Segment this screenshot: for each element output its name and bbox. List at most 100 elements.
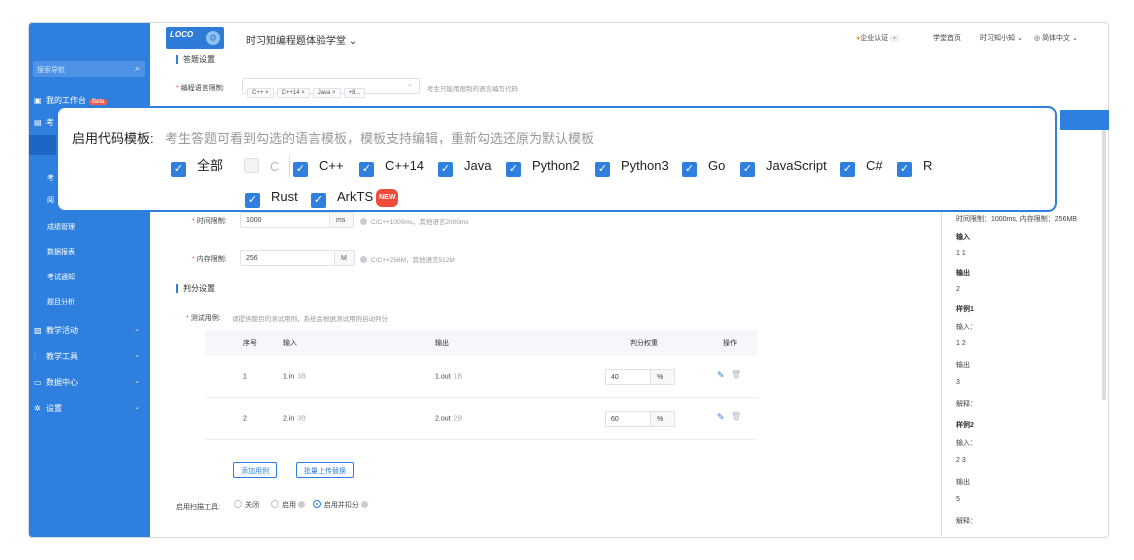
hint-text: C/C++1000ms，其他语言2000ms xyxy=(371,219,469,226)
preview-output-value: 2 xyxy=(956,286,960,293)
user-menu[interactable]: 时习知小知 ⌄ xyxy=(980,33,1023,43)
checkbox-csharp[interactable]: ✓ C# xyxy=(840,158,883,177)
scan-tool-radios: 关闭 启用 启用并扣分 xyxy=(234,500,372,510)
checkbox-python2[interactable]: ✓ Python2 xyxy=(506,158,580,177)
input-file: 2.in xyxy=(283,415,295,422)
radio-circle-checked xyxy=(312,500,321,508)
language-switch[interactable]: ◎ 简体中文 ⌄ xyxy=(1034,33,1078,43)
time-unit: ms xyxy=(330,212,354,228)
checkbox-rust[interactable]: ✓ Rust xyxy=(245,189,298,208)
scan-off-radio[interactable]: 关闭 xyxy=(234,500,259,509)
preview-example2-input: 2 3 xyxy=(956,457,966,464)
time-limit-input[interactable]: 1000 xyxy=(240,212,330,228)
output-file: 1.out xyxy=(435,373,451,380)
delete-icon[interactable]: 🗑 xyxy=(731,370,741,379)
check-icon: ✓ xyxy=(740,162,755,177)
weight-input[interactable]: 40 xyxy=(605,369,651,385)
preview-example2-output: 5 xyxy=(956,496,960,503)
output-size: 1B xyxy=(453,373,463,380)
cell-no: 1 xyxy=(243,373,247,380)
batch-upload-button[interactable]: 批量上传替换 xyxy=(296,462,354,478)
sub-label: 题目分析 xyxy=(47,299,75,306)
edit-icon[interactable]: ✎ xyxy=(717,412,725,423)
checkbox-cpp14[interactable]: ✓ C++14 xyxy=(359,158,424,177)
table-row: 1 1.in 3B 1.out 1B 40 % ✎ 🗑 xyxy=(205,356,757,398)
sidebar-sub-analysis[interactable]: 题目分析 xyxy=(29,291,150,311)
info-icon xyxy=(360,256,367,263)
lang-tag[interactable]: C++14 × xyxy=(276,88,310,98)
preview-example2-output-label: 输出 xyxy=(956,479,970,486)
code-template-panel: 启用代码模板: 考生答题可看到勾选的语言模板，模板支持编辑，重新勾选还原为默认模… xyxy=(56,106,1057,212)
sidebar-item-data[interactable]: ▭ 数据中心 ⌄ xyxy=(29,373,150,391)
preview-example1-explain: 解释： xyxy=(956,401,977,408)
sidebar-item-tools[interactable]: ⫶ 教学工具 ⌄ xyxy=(29,347,150,365)
lang-tag[interactable]: Java × xyxy=(312,88,341,98)
weight-unit: % xyxy=(651,411,675,427)
sidebar-item-teaching[interactable]: ▧ 教学活动 ⌄ xyxy=(29,321,150,339)
chevron-down-icon: ⌄ xyxy=(134,404,140,411)
cell-output[interactable]: 1.out 1B xyxy=(435,373,462,380)
section-answer-settings: 答题设置 xyxy=(176,55,215,64)
checkbox-python3[interactable]: ✓ Python3 xyxy=(595,158,669,177)
sub-label: 数据报表 xyxy=(47,249,75,256)
checkbox-label: 全部 xyxy=(197,158,224,173)
checkbox-empty-icon xyxy=(244,158,259,173)
checkbox-label: Go xyxy=(708,158,726,173)
checkbox-arkts[interactable]: ✓ ArkTS NEW xyxy=(311,189,399,208)
table-header: 序号 输入 输出 判分权重 操作 xyxy=(205,330,757,356)
app-logo[interactable]: LOCO ⚙ xyxy=(166,27,224,49)
scan-on-radio[interactable]: 启用 xyxy=(270,500,309,509)
sidebar-item-settings[interactable]: ✲ 设置 ⌄ xyxy=(29,399,150,417)
checkbox-go[interactable]: ✓ Go xyxy=(682,158,725,177)
tools-icon: ⫶ xyxy=(34,352,36,361)
checkbox-r[interactable]: ✓ R xyxy=(897,158,932,177)
checkbox-label: Rust xyxy=(271,189,298,204)
cell-input[interactable]: 2.in 3B xyxy=(283,415,306,422)
add-case-button[interactable]: 添加用例 xyxy=(233,462,277,478)
info-icon xyxy=(360,218,367,225)
table-row: 2 2.in 3B 2.out 2B 60 % ✎ 🗑 xyxy=(205,398,757,440)
globe-icon: ◎ xyxy=(1034,35,1043,42)
lang-limit-hint: 考生只能用限制的语言编写代码 xyxy=(427,86,518,93)
weight-input[interactable]: 60 xyxy=(605,411,651,427)
nav-search-input[interactable]: 搜索导航 ⌕ xyxy=(33,61,145,77)
edit-icon[interactable]: ✎ xyxy=(717,370,725,381)
lang-tag[interactable]: C++ × xyxy=(247,88,274,98)
label-text: 测试用例: xyxy=(190,315,221,322)
checkbox-javascript[interactable]: ✓ JavaScript xyxy=(740,158,827,177)
sidebar-sub-notice[interactable]: 考试通知 xyxy=(29,266,150,286)
mem-limit-input[interactable]: 256 xyxy=(240,250,335,266)
code-template-description: 考生答题可看到勾选的语言模板，模板支持编辑，重新勾选还原为默认模板 xyxy=(165,131,595,146)
testcase-table: 序号 输入 输出 判分权重 操作 1 1.in 3B 1.out 1B 40 % ✎… xyxy=(205,330,757,440)
delete-icon[interactable]: 🗑 xyxy=(731,412,741,421)
preview-example1-title: 样例1 xyxy=(956,306,974,313)
sidebar-sub-reports[interactable]: 数据报表 xyxy=(29,241,150,261)
checkbox-all[interactable]: ✓ 全部 xyxy=(171,158,223,177)
group-label: 教学工具 xyxy=(46,352,78,361)
checkbox-label: JavaScript xyxy=(766,158,827,173)
radio-label: 启用并扣分 xyxy=(323,502,359,509)
enterprise-cert[interactable]: ●企业认证 ▪ xyxy=(856,33,899,43)
label-text: 时间限制: xyxy=(196,218,227,225)
checkbox-java[interactable]: ✓ Java xyxy=(438,158,491,177)
chevron-down-icon: ⌄ xyxy=(134,326,140,333)
lang-limit-select[interactable]: C++ × C++14 × Java × +8... ⌄ xyxy=(242,78,420,98)
check-icon: ✓ xyxy=(897,162,912,177)
testcase-label: * 测试用例: xyxy=(186,315,221,322)
scan-on-deduct-radio[interactable]: 启用并扣分 xyxy=(312,500,372,509)
chevron-down-icon: ⌄ xyxy=(134,378,140,385)
app-title[interactable]: 时习知编程题体验学堂 ⌄ xyxy=(246,32,357,47)
checkbox-cpp[interactable]: ✓ C++ xyxy=(293,158,344,177)
preview-scrollbar[interactable] xyxy=(1102,130,1106,400)
sub-label: 成绩管理 xyxy=(47,224,75,231)
study-home-link[interactable]: 学堂首页 xyxy=(933,33,961,43)
lang-tag-more[interactable]: +8... xyxy=(343,88,366,98)
cell-output[interactable]: 2.out 2B xyxy=(435,415,462,422)
search-icon[interactable]: ⌕ xyxy=(135,63,140,74)
sidebar-sub-scores[interactable]: 成绩管理 xyxy=(29,216,150,236)
cert-label: 企业认证 xyxy=(860,35,889,42)
preview-example1-input-label: 输入： xyxy=(956,324,977,331)
workbench-label: 我的工作台 xyxy=(46,96,86,105)
logo-text: LOCO xyxy=(170,30,194,39)
cell-input[interactable]: 1.in 3B xyxy=(283,373,306,380)
